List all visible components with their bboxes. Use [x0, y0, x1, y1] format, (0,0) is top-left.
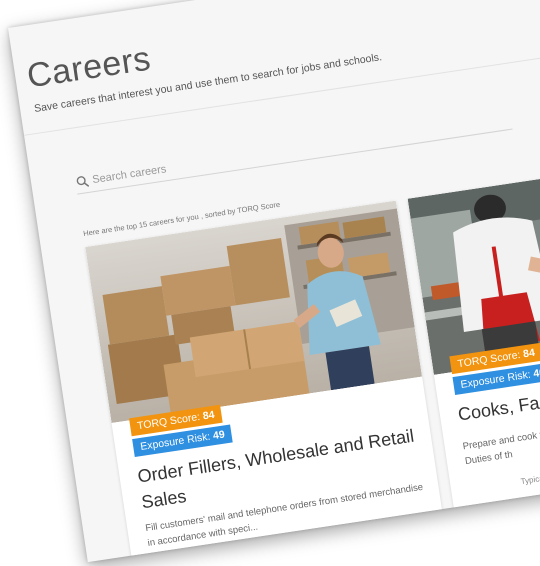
screenshot-stage: Careers Save careers that interest you a…: [0, 0, 540, 566]
search-icon: [76, 176, 90, 187]
fast-food-cook-photo: [407, 169, 540, 375]
careers-page: Careers Save careers that interest you a…: [8, 0, 540, 563]
warehouse-worker-photo: [85, 200, 423, 424]
search-bar[interactable]: [73, 106, 513, 195]
search-input[interactable]: [91, 115, 489, 187]
typical-salary-label: Typical Salary: [520, 470, 540, 487]
career-card[interactable]: TORQ Score: 84 Exposure Risk: 49 Order F…: [85, 200, 444, 563]
